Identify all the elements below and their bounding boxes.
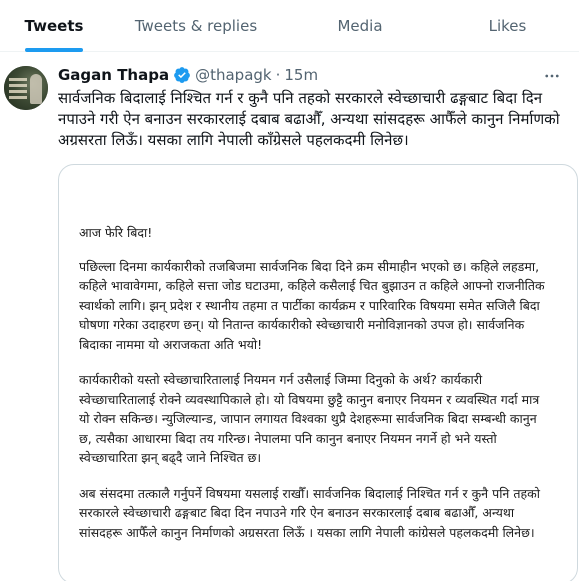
ellipsis-icon[interactable] — [542, 66, 562, 86]
tweet-timestamp[interactable]: 15m — [284, 66, 318, 84]
tab-tweets-label: Tweets — [24, 17, 84, 35]
tweet-text: सार्वजनिक बिदालाई निश्चित गर्न र कुनै पन… — [58, 89, 560, 149]
author-handle[interactable]: @thapagk — [195, 66, 272, 84]
tab-media[interactable]: Media — [284, 0, 436, 52]
separator-dot: · — [275, 66, 281, 84]
tab-likes[interactable]: Likes — [436, 0, 579, 52]
document-paragraph: पछिल्ला दिनमा कार्यकारीको तजबिजमा सार्वज… — [79, 258, 545, 352]
statement-document: आज फेरि बिदा! पछिल्ला दिनमा कार्यकारीको … — [79, 223, 549, 558]
document-title: आज फेरि बिदा! — [79, 225, 153, 240]
author-name[interactable]: Gagan Thapa — [58, 66, 169, 84]
avatar-figure — [30, 74, 42, 104]
tab-tweets[interactable]: Tweets — [0, 0, 108, 52]
tab-replies-label: Tweets & replies — [134, 17, 258, 35]
document-paragraph: कार्यकारीको यस्तो स्वेच्छाचारितालाई नियम… — [79, 372, 540, 465]
active-tab-indicator — [25, 48, 83, 52]
tab-media-label: Media — [337, 17, 383, 35]
tab-likes-label: Likes — [488, 17, 527, 35]
tweet-image-attachment[interactable]: आज फेरि बिदा! पछिल्ला दिनमा कार्यकारीको … — [58, 164, 578, 581]
tab-tweets-and-replies[interactable]: Tweets & replies — [108, 0, 284, 52]
avatar[interactable] — [4, 66, 48, 110]
profile-tabs: Tweets Tweets & replies Media Likes — [0, 0, 579, 52]
verified-badge-icon — [173, 66, 191, 84]
avatar-lettering — [9, 78, 27, 81]
tweet-header: Gagan Thapa @thapagk · 15m — [58, 65, 318, 85]
document-paragraph: अब संसदमा तत्कालै गर्नुपर्ने विषयमा यसला… — [79, 485, 540, 540]
